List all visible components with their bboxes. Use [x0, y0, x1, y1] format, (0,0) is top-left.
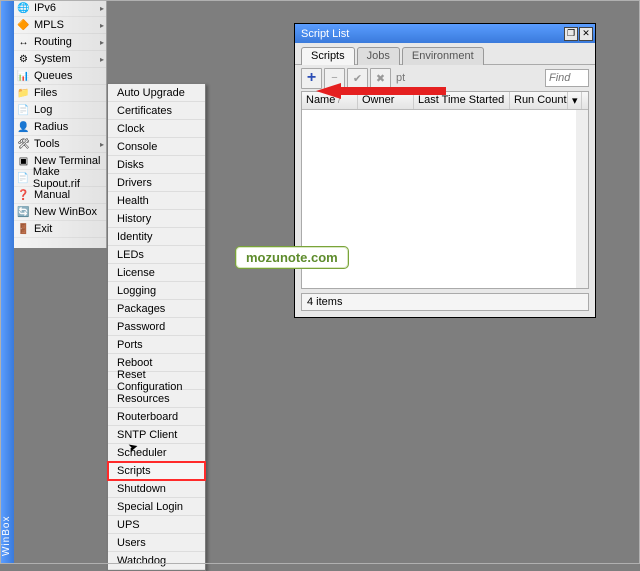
watermark-label: mozunote.com — [235, 246, 349, 269]
add-button[interactable]: + — [301, 68, 322, 89]
column-menu-dropdown-icon[interactable]: ▾ — [568, 92, 582, 109]
submenu-item-reset-configuration[interactable]: Reset Configuration — [108, 372, 205, 390]
sidebar-item-label: IPv6 — [34, 2, 56, 14]
disable-button[interactable]: ✖ — [370, 68, 391, 89]
sidebar-icon: ▣ — [16, 154, 31, 168]
sidebar-item-label: Radius — [34, 121, 68, 133]
sidebar-item-log[interactable]: 📄Log — [14, 102, 106, 119]
sidebar-item-make-supout.rif[interactable]: 📄Make Supout.rif — [14, 170, 106, 187]
column-owner[interactable]: Owner — [358, 92, 414, 109]
sidebar-icon: ⚙ — [16, 52, 31, 66]
submenu-item-disks[interactable]: Disks — [108, 156, 205, 174]
sidebar-icon: 🚪 — [16, 222, 31, 236]
submenu-item-packages[interactable]: Packages — [108, 300, 205, 318]
sidebar-item-label: Log — [34, 104, 52, 116]
table-header: NameOwnerLast Time StartedRun Count▾ — [302, 92, 588, 110]
window-toolbar: + − ✔ ✖ pt — [295, 65, 595, 91]
sidebar-icon: 👤 — [16, 120, 31, 134]
sidebar-item-files[interactable]: 📁Files — [14, 85, 106, 102]
submenu-item-certificates[interactable]: Certificates — [108, 102, 205, 120]
submenu-item-shutdown[interactable]: Shutdown — [108, 480, 205, 498]
sidebar-icon: ❓ — [16, 188, 31, 202]
sidebar-item-label: New WinBox — [34, 206, 97, 218]
submenu-item-routerboard[interactable]: Routerboard — [108, 408, 205, 426]
submenu-item-scripts[interactable]: Scripts — [108, 462, 205, 480]
window-titlebar[interactable]: Script List ❐ ✕ — [295, 24, 595, 43]
status-bar: 4 items — [301, 293, 589, 311]
sidebar-item-radius[interactable]: 👤Radius — [14, 119, 106, 136]
sidebar-item-manual[interactable]: ❓Manual — [14, 187, 106, 204]
close-icon[interactable]: ✕ — [579, 27, 593, 41]
column-last-time-started[interactable]: Last Time Started — [414, 92, 510, 109]
chevron-right-icon: ▸ — [100, 140, 104, 149]
sidebar-item-label: Manual — [34, 189, 70, 201]
sidebar-item-exit[interactable]: 🚪Exit — [14, 221, 106, 238]
submenu-item-resources[interactable]: Resources — [108, 390, 205, 408]
column-name[interactable]: Name — [302, 92, 358, 109]
enable-button[interactable]: ✔ — [347, 68, 368, 89]
sidebar-item-tools[interactable]: 🛠Tools ▸ — [14, 136, 106, 153]
tab-scripts[interactable]: Scripts — [301, 47, 355, 65]
remove-button[interactable]: − — [324, 68, 345, 89]
submenu-item-ports[interactable]: Ports — [108, 336, 205, 354]
column-run-count[interactable]: Run Count — [510, 92, 568, 109]
sidebar-item-routing[interactable]: ↔Routing ▸ — [14, 34, 106, 51]
titlebar-restore-icon[interactable]: ❐ — [564, 27, 578, 41]
submenu-item-console[interactable]: Console — [108, 138, 205, 156]
sidebar-icon: 🛠 — [16, 137, 31, 151]
submenu-item-password[interactable]: Password — [108, 318, 205, 336]
submenu-item-ups[interactable]: UPS — [108, 516, 205, 534]
run-script-label-fragment: pt — [396, 72, 405, 84]
sidebar-icon: 📁 — [16, 86, 31, 100]
system-submenu: Auto UpgradeCertificatesClockConsoleDisk… — [107, 83, 206, 571]
tab-environment[interactable]: Environment — [402, 47, 484, 65]
submenu-item-identity[interactable]: Identity — [108, 228, 205, 246]
titlebar-buttons: ❐ ✕ — [564, 27, 595, 41]
submenu-item-users[interactable]: Users — [108, 534, 205, 552]
submenu-item-logging[interactable]: Logging — [108, 282, 205, 300]
sidebar-icon: 📄 — [16, 103, 31, 117]
winbox-vertical-bar: WinBox — [0, 0, 14, 564]
submenu-item-clock[interactable]: Clock — [108, 120, 205, 138]
sidebar-item-mpls[interactable]: 🔶MPLS ▸ — [14, 17, 106, 34]
sidebar-item-new-winbox[interactable]: 🔄New WinBox — [14, 204, 106, 221]
sidebar-item-system[interactable]: ⚙System ▸ — [14, 51, 106, 68]
sidebar-item-label: Exit — [34, 223, 52, 235]
window-title: Script List — [301, 28, 349, 40]
sidebar-item-queues[interactable]: 📊Queues — [14, 68, 106, 85]
chevron-right-icon: ▸ — [100, 21, 104, 30]
sidebar-item-ipv6[interactable]: 🌐IPv6 ▸ — [14, 0, 106, 17]
sidebar-item-label: Routing — [34, 36, 72, 48]
sidebar-icon: ↔ — [16, 35, 31, 49]
find-input[interactable] — [545, 69, 589, 87]
submenu-item-history[interactable]: History — [108, 210, 205, 228]
sidebar-item-label: Tools — [34, 138, 60, 150]
submenu-item-auto-upgrade[interactable]: Auto Upgrade — [108, 84, 205, 102]
submenu-item-scheduler[interactable]: Scheduler — [108, 444, 205, 462]
chevron-right-icon: ▸ — [100, 4, 104, 13]
tab-jobs[interactable]: Jobs — [357, 47, 400, 65]
sidebar-icon: 📊 — [16, 69, 31, 83]
submenu-item-special-login[interactable]: Special Login — [108, 498, 205, 516]
sidebar-item-label: MPLS — [34, 19, 64, 31]
submenu-item-watchdog[interactable]: Watchdog — [108, 552, 205, 570]
sidebar-icon: 🔄 — [16, 205, 31, 219]
submenu-item-sntp-client[interactable]: SNTP Client — [108, 426, 205, 444]
sidebar-icon: 📄 — [16, 171, 30, 185]
sidebar-item-label: Queues — [34, 70, 73, 82]
submenu-item-health[interactable]: Health — [108, 192, 205, 210]
submenu-item-leds[interactable]: LEDs — [108, 246, 205, 264]
chevron-right-icon: ▸ — [100, 38, 104, 47]
script-list-window: Script List ❐ ✕ ScriptsJobsEnvironment +… — [294, 23, 596, 318]
chevron-right-icon: ▸ — [100, 55, 104, 64]
tab-strip: ScriptsJobsEnvironment — [295, 43, 595, 65]
submenu-item-license[interactable]: License — [108, 264, 205, 282]
main-sidebar: 🌐IPv6▸🔶MPLS▸↔Routing▸⚙System▸📊Queues📁Fil… — [14, 0, 107, 248]
sidebar-icon: 🌐 — [16, 1, 31, 15]
sidebar-item-label: Files — [34, 87, 57, 99]
sidebar-item-label: System — [34, 53, 71, 65]
sidebar-icon: 🔶 — [16, 18, 31, 32]
submenu-item-drivers[interactable]: Drivers — [108, 174, 205, 192]
